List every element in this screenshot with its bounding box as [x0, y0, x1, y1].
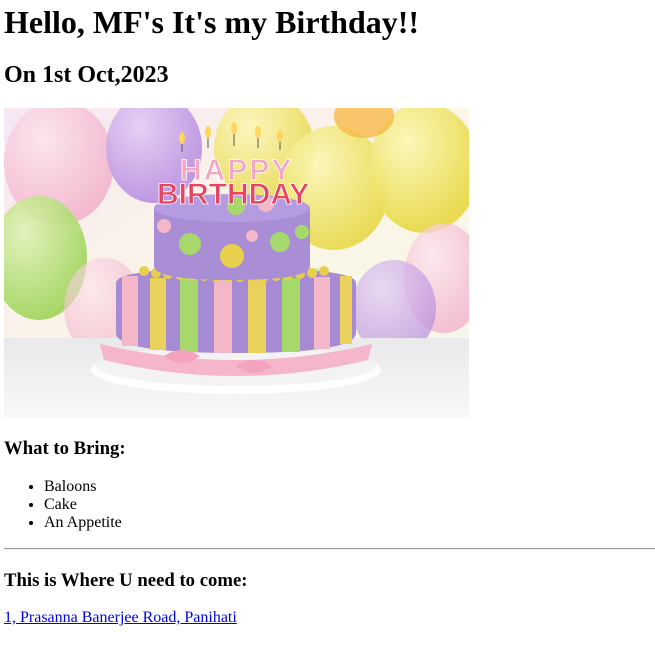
what-to-bring-heading: What to Bring:: [4, 438, 126, 459]
where-to-come-heading: This is Where U need to come:: [4, 570, 248, 591]
page-title: Hello, MF's It's my Birthday!!: [4, 4, 420, 40]
party-date: On 1st Oct,2023: [4, 62, 169, 88]
page: Hello, MF's It's my Birthday!! On 1st Oc…: [0, 0, 655, 663]
birthday-cake-image: HAPPY BIRTHDAY: [4, 108, 469, 418]
address-link[interactable]: 1, Prasanna Banerjee Road, Panihati: [4, 609, 237, 627]
list-item: An Appetite: [44, 514, 122, 532]
bring-list: Baloons Cake An Appetite: [4, 478, 122, 532]
list-item: Cake: [44, 496, 122, 514]
divider: [4, 548, 655, 550]
list-item: Baloons: [44, 478, 122, 496]
birthday-candles-label: BIRTHDAY: [157, 178, 309, 211]
